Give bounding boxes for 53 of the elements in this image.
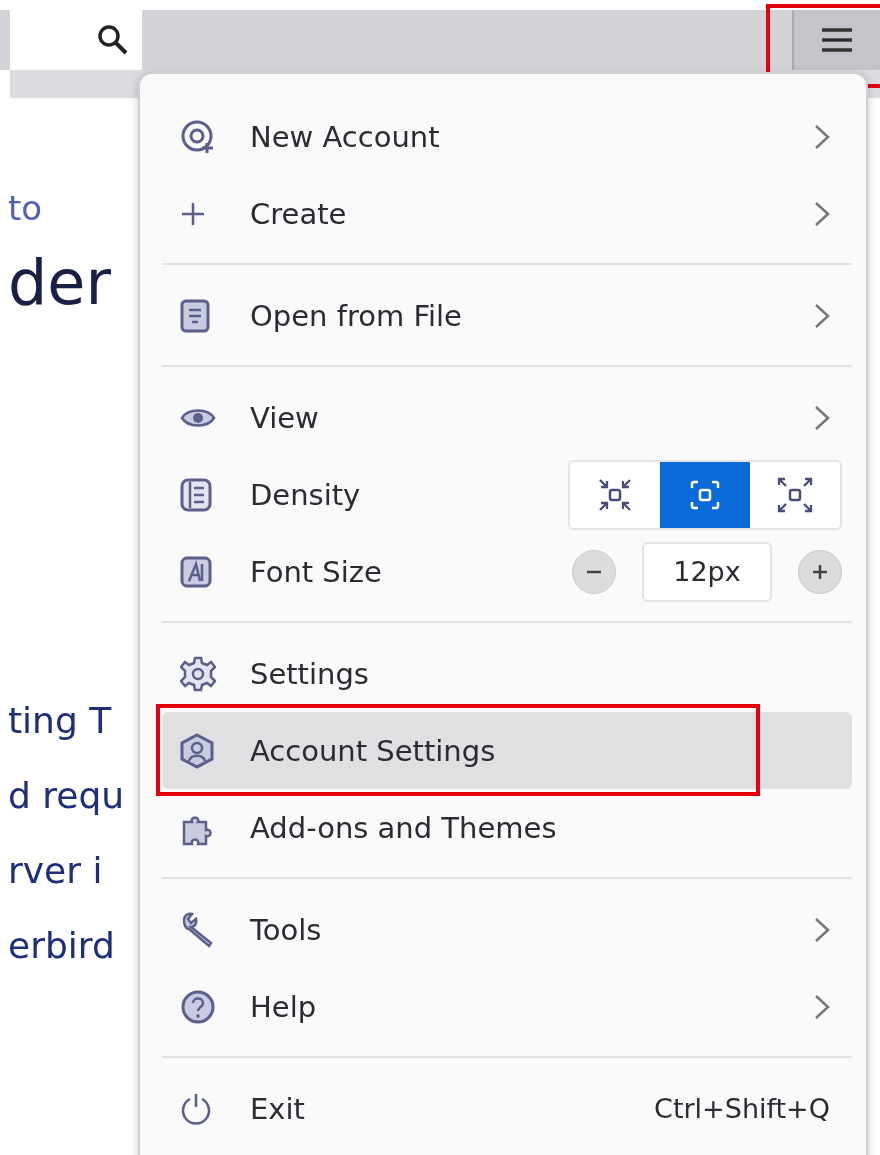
menu-label: New Account	[250, 119, 440, 154]
menu-label: Open from File	[250, 298, 462, 333]
expand-icon	[776, 475, 814, 514]
menu-label: Settings	[250, 656, 369, 691]
menu-label: Density	[250, 477, 361, 512]
page-text: ting T	[8, 699, 112, 743]
minus-icon	[586, 569, 602, 574]
chevron-icon	[814, 404, 830, 431]
list-icon	[180, 477, 212, 512]
normal-density-button[interactable]	[660, 461, 750, 528]
page-text: erbird	[8, 924, 115, 968]
menu-label: Account Settings	[250, 733, 496, 768]
account-icon	[180, 118, 216, 155]
menu-item[interactable]: Exit Ctrl+Shift+Q	[162, 1070, 852, 1147]
font-size-field[interactable]: 12px	[642, 541, 772, 602]
search-icon	[96, 23, 130, 57]
menu-label: Font Size	[250, 554, 382, 589]
help-icon	[180, 988, 216, 1025]
menu-label: Create	[250, 196, 347, 231]
menu-label: Tools	[250, 912, 322, 947]
menu-label: Help	[250, 989, 317, 1024]
menu-item[interactable]: Open from File	[162, 277, 852, 354]
document-icon	[180, 298, 210, 333]
chevron-icon	[814, 302, 830, 329]
chevron-icon	[814, 200, 830, 227]
increase-button[interactable]	[798, 549, 842, 594]
page-text: rver i	[8, 849, 103, 893]
menu-item[interactable]: New Account	[162, 98, 852, 175]
gear-icon	[180, 655, 216, 692]
menu-item[interactable]: Create	[162, 175, 852, 252]
menu-button[interactable]	[792, 10, 880, 70]
power-icon	[180, 1091, 212, 1126]
menu-item[interactable]: View	[162, 379, 852, 456]
page-text: der	[8, 245, 111, 321]
menu-label: Add-ons and Themes	[250, 810, 557, 845]
menu-item[interactable]: Add-ons and Themes	[162, 789, 852, 866]
menu-item[interactable]: Settings	[162, 635, 852, 712]
menu-icon	[820, 27, 854, 53]
menu-item[interactable]: Account Settings	[162, 712, 852, 789]
menu-label: View	[250, 400, 319, 435]
shortcut-text: Ctrl+Shift+Q	[654, 1093, 830, 1124]
menu-item[interactable]: Tools	[162, 891, 852, 968]
chevron-icon	[814, 916, 830, 943]
plus-icon	[180, 200, 206, 227]
menu-label: Exit	[250, 1091, 305, 1126]
search-field[interactable]	[10, 10, 142, 70]
chevron-icon	[814, 123, 830, 150]
menu-item[interactable]: Help	[162, 968, 852, 1045]
page-text: d requ	[8, 774, 125, 818]
chevron-icon	[814, 993, 830, 1020]
account-settings-icon	[180, 732, 214, 769]
font-icon	[180, 555, 212, 588]
page-text: to	[8, 187, 43, 230]
